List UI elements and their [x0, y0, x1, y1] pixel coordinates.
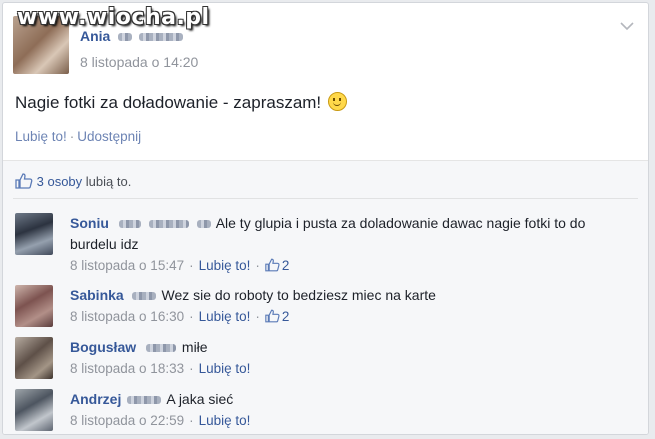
post-share-link[interactable]: Udostępnij	[77, 129, 141, 144]
post-like-link[interactable]: Lubię to!	[15, 129, 67, 144]
commenter-avatar[interactable]	[15, 213, 53, 255]
comment-body: Soniu Ale ty glupia i pusta za doladowan…	[70, 213, 635, 276]
thumbs-up-icon	[15, 173, 33, 189]
comment-author[interactable]: Soniu	[70, 215, 109, 231]
commenter-avatar[interactable]	[15, 285, 53, 327]
comment-meta: 8 listopada o 16:30 · Lubię to! · 2	[70, 309, 290, 324]
comment-meta: 8 listopada o 15:47 · Lubię to! · 2	[70, 258, 290, 273]
comment-text: Ale ty glupia i pusta za doladowanie daw…	[70, 215, 586, 252]
likes-summary: 3 osoby lubią to.	[15, 173, 131, 189]
comment-meta: 8 listopada o 18:33 · Lubię to!	[70, 361, 251, 376]
comment-timestamp[interactable]: 8 listopada o 18:33	[70, 361, 184, 376]
post-text: Nagie fotki za doładowanie - zapraszam!	[15, 92, 347, 113]
blurred-name-part	[196, 220, 211, 229]
facebook-post-card: Ania 8 listopada o 14:20 www.wiocha.pl N…	[2, 2, 649, 435]
post-actions: Lubię to! · Udostępnij	[15, 129, 141, 144]
comment-author[interactable]: Andrzej	[70, 391, 121, 407]
comment-body: Sabinka Wez sie do roboty to bedziesz mi…	[70, 285, 635, 327]
thumbs-up-icon	[265, 258, 280, 272]
comment-meta: 8 listopada o 22:59 · Lubię to!	[70, 413, 251, 428]
comments-section: 3 osoby lubią to. Soniu Ale ty glupia i …	[3, 160, 648, 434]
comment-timestamp[interactable]: 8 listopada o 15:47	[70, 258, 184, 273]
comment-timestamp[interactable]: 8 listopada o 22:59	[70, 413, 184, 428]
comment-text: Wez sie do roboty to bedziesz miec na ka…	[161, 287, 436, 303]
separator-dot: ·	[69, 129, 75, 144]
blurred-name-part	[118, 220, 141, 229]
likes-suffix: lubią to.	[85, 174, 132, 189]
thumbs-up-icon	[265, 309, 280, 323]
comment-body: Bogusław miłe 8 listopada o 18:33 · Lubię …	[70, 337, 635, 379]
comment-text: miłe	[181, 339, 208, 355]
comment-body: Andrzej A jaka sieć 8 listopada o 22:59 ·…	[70, 389, 635, 431]
comment-text: A jaka sieć	[166, 391, 234, 407]
comment-like-count[interactable]: 2	[282, 309, 290, 324]
comment-author[interactable]: Bogusław	[70, 339, 136, 355]
post-timestamp[interactable]: 8 listopada o 14:20	[80, 54, 198, 70]
comment-like-link[interactable]: Lubię to!	[199, 309, 251, 324]
comment-like-link[interactable]: Lubię to!	[199, 361, 251, 376]
blurred-name-part	[118, 33, 133, 42]
chevron-down-icon[interactable]	[620, 21, 634, 31]
post-author-name[interactable]: Ania	[80, 28, 110, 44]
smiley-emoji-icon	[327, 92, 347, 111]
post-message: Nagie fotki za doładowanie - zapraszam!	[15, 93, 322, 112]
comment-like-link[interactable]: Lubię to!	[199, 258, 251, 273]
blurred-name-part	[127, 396, 162, 405]
commenter-avatar[interactable]	[15, 389, 53, 431]
comment-like-link[interactable]: Lubię to!	[199, 413, 251, 428]
blurred-name-part	[131, 292, 156, 301]
commenter-avatar[interactable]	[15, 337, 53, 379]
blurred-name-part	[148, 220, 189, 229]
comment-like-count[interactable]: 2	[282, 258, 290, 273]
divider	[13, 198, 638, 199]
blurred-surname	[139, 33, 184, 42]
blurred-name-part	[146, 344, 177, 353]
post-author-row: Ania	[80, 28, 184, 44]
comment-author[interactable]: Sabinka	[70, 287, 124, 303]
watermark-logo: www.wiocha.pl	[17, 5, 210, 30]
likes-count-link[interactable]: 3 osoby	[37, 174, 83, 189]
comment-timestamp[interactable]: 8 listopada o 16:30	[70, 309, 184, 324]
